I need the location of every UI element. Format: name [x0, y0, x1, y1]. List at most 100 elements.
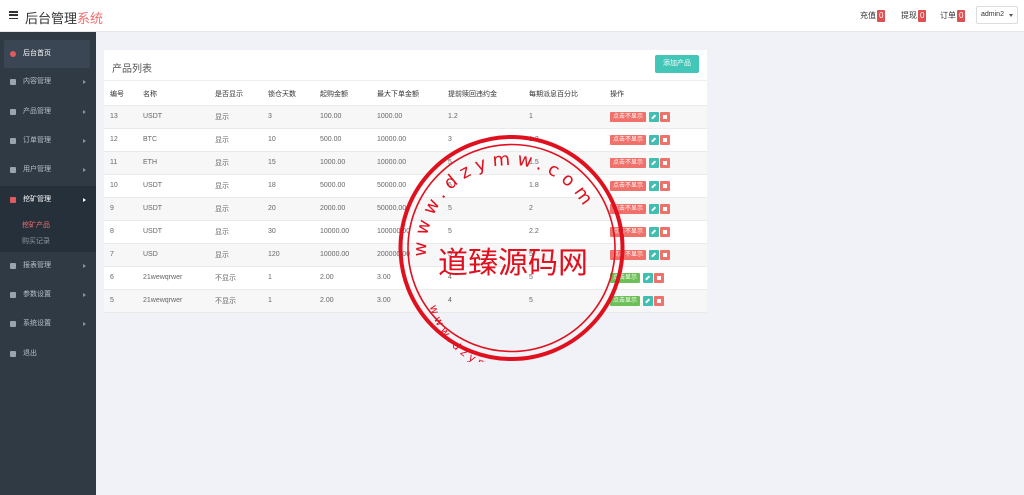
yen-icon — [10, 109, 16, 115]
sidebar-item-system[interactable]: 系统设置 — [0, 310, 96, 338]
chevron-right-icon — [83, 139, 86, 143]
edit-button[interactable] — [642, 295, 653, 306]
table-row: 11 ETH 显示 15 1000.00 10000.00 5 1.5 点击不显示 — [104, 151, 707, 175]
column-header: 锁仓天数 — [262, 84, 314, 106]
gears-icon — [10, 321, 16, 327]
cell-early-penalty: 4 — [442, 289, 523, 313]
yen-icon — [10, 263, 16, 269]
edit-button[interactable] — [648, 157, 659, 168]
cell-visibility: 不显示 — [209, 266, 262, 290]
delete-button[interactable] — [659, 111, 670, 122]
orders-link[interactable]: 订单 0 — [940, 8, 966, 23]
trash-icon — [656, 275, 661, 280]
cell-visibility: 显示 — [209, 174, 262, 198]
recharge-count-badge: 0 — [877, 10, 886, 22]
column-header: 名称 — [137, 84, 209, 106]
mining-icon — [10, 197, 16, 203]
user-name: admin2 — [981, 11, 1004, 18]
sidebar-item-content[interactable]: 内容管理 — [0, 68, 96, 96]
column-header: 提前赎回违约金 — [442, 84, 523, 106]
toggle-visibility-button[interactable]: 点击不显示 — [610, 203, 647, 214]
cell-interest-rate: 5 — [523, 243, 604, 267]
toggle-visibility-button[interactable]: 点击不显示 — [610, 157, 647, 168]
cell-actions: 点击不显示 — [604, 105, 707, 129]
cell-early-penalty: 3 — [442, 128, 523, 152]
delete-button[interactable] — [659, 157, 670, 168]
sidebar-item-orders[interactable]: 订单管理 — [0, 127, 96, 155]
panel-title: 产品列表 — [112, 64, 152, 75]
recharge-link[interactable]: 充值 0 — [860, 8, 886, 23]
toggle-visibility-button[interactable]: 点击显示 — [610, 272, 641, 283]
sidebar-item-users[interactable]: 用户管理 — [0, 156, 96, 184]
cell-interest-rate: 5 — [523, 266, 604, 290]
edit-button[interactable] — [648, 180, 659, 191]
cell-actions: 点击显示 — [604, 266, 707, 290]
cell-min-amount: 10000.00 — [314, 243, 371, 267]
brand-title: 后台管理系统 — [25, 8, 103, 27]
edit-button[interactable] — [648, 203, 659, 214]
cell-name: BTC — [137, 128, 209, 152]
cell-early-penalty: 5 — [442, 151, 523, 175]
sidebar-item-products[interactable]: 产品管理 — [0, 98, 96, 126]
delete-button[interactable] — [659, 203, 670, 214]
add-product-button[interactable]: 添加产品 — [655, 55, 699, 73]
sidebar-item-reports[interactable]: 报表管理 — [0, 252, 96, 280]
cell-lock-days: 120 — [262, 243, 314, 267]
delete-button[interactable] — [659, 180, 670, 191]
toggle-visibility-button[interactable]: 点击不显示 — [610, 111, 647, 122]
cell-interest-rate: 2 — [523, 197, 604, 221]
cell-actions: 点击不显示 — [604, 128, 707, 152]
delete-button[interactable] — [659, 249, 670, 260]
hamburger-menu-icon[interactable] — [9, 11, 18, 20]
submenu-item-purchase-records[interactable]: 购买记录 — [22, 236, 50, 246]
delete-button[interactable] — [653, 295, 664, 306]
delete-button[interactable] — [653, 272, 664, 283]
table-row: 7 USD 显示 120 10000.00 200000.00 5 5 点击不显示 — [104, 243, 707, 267]
toggle-visibility-button[interactable]: 点击显示 — [610, 295, 641, 306]
toggle-visibility-button[interactable]: 点击不显示 — [610, 249, 647, 260]
edit-button[interactable] — [648, 226, 659, 237]
toggle-visibility-button[interactable]: 点击不显示 — [610, 134, 647, 145]
delete-button[interactable] — [659, 134, 670, 145]
cell-early-penalty: 5 — [442, 220, 523, 244]
edit-button[interactable] — [648, 111, 659, 122]
sidebar-item-label: 产品管理 — [23, 108, 51, 115]
sidebar-item-label: 用户管理 — [23, 166, 51, 173]
edit-button[interactable] — [642, 272, 653, 283]
pencil-icon — [651, 251, 657, 257]
product-list-panel: 产品列表 添加产品 编号 名称 是否显示 锁仓天数 起购金额 最大下单金额 提前… — [104, 50, 707, 313]
sidebar-item-home[interactable]: 后台首页 — [4, 40, 90, 68]
trash-icon — [662, 206, 667, 211]
cell-actions: 点击不显示 — [604, 243, 707, 267]
cell-actions: 点击不显示 — [604, 151, 707, 175]
trash-icon — [662, 114, 667, 119]
sidebar-item-label: 参数设置 — [23, 291, 51, 298]
cell-max-amount: 100000.00 — [371, 220, 442, 244]
delete-button[interactable] — [659, 226, 670, 237]
pencil-icon — [651, 159, 657, 165]
cell-visibility: 显示 — [209, 105, 262, 129]
cell-id: 5 — [104, 289, 137, 313]
table-row: 6 21wewqrwer 不显示 1 2.00 3.00 4 5 点击显示 — [104, 266, 707, 290]
cell-visibility: 显示 — [209, 151, 262, 175]
toggle-visibility-button[interactable]: 点击不显示 — [610, 226, 647, 237]
sidebar-item-label: 报表管理 — [23, 262, 51, 269]
sidebar-item-mining[interactable]: 挖矿管理 — [0, 186, 96, 214]
submenu-item-mining-products[interactable]: 挖矿产品 — [22, 220, 50, 230]
toggle-visibility-button[interactable]: 点击不显示 — [610, 180, 647, 191]
sidebar-item-label: 后台首页 — [23, 50, 51, 57]
cell-max-amount: 50000.00 — [371, 197, 442, 221]
edit-button[interactable] — [648, 134, 659, 145]
cell-max-amount: 3.00 — [371, 266, 442, 290]
sidebar-item-parameters[interactable]: 参数设置 — [0, 281, 96, 309]
cell-early-penalty: 1.2 — [442, 105, 523, 129]
chevron-right-icon — [83, 322, 86, 326]
table-row: 8 USDT 显示 30 10000.00 100000.00 5 2.2 点击不显示 — [104, 220, 707, 244]
sidebar-item-logout[interactable]: 退出 — [0, 340, 96, 368]
user-icon — [10, 167, 16, 173]
user-dropdown[interactable]: admin2 — [976, 6, 1018, 24]
edit-button[interactable] — [648, 249, 659, 260]
cell-lock-days: 10 — [262, 128, 314, 152]
cell-actions: 点击显示 — [604, 289, 707, 313]
withdraw-link[interactable]: 提现 0 — [901, 8, 927, 23]
